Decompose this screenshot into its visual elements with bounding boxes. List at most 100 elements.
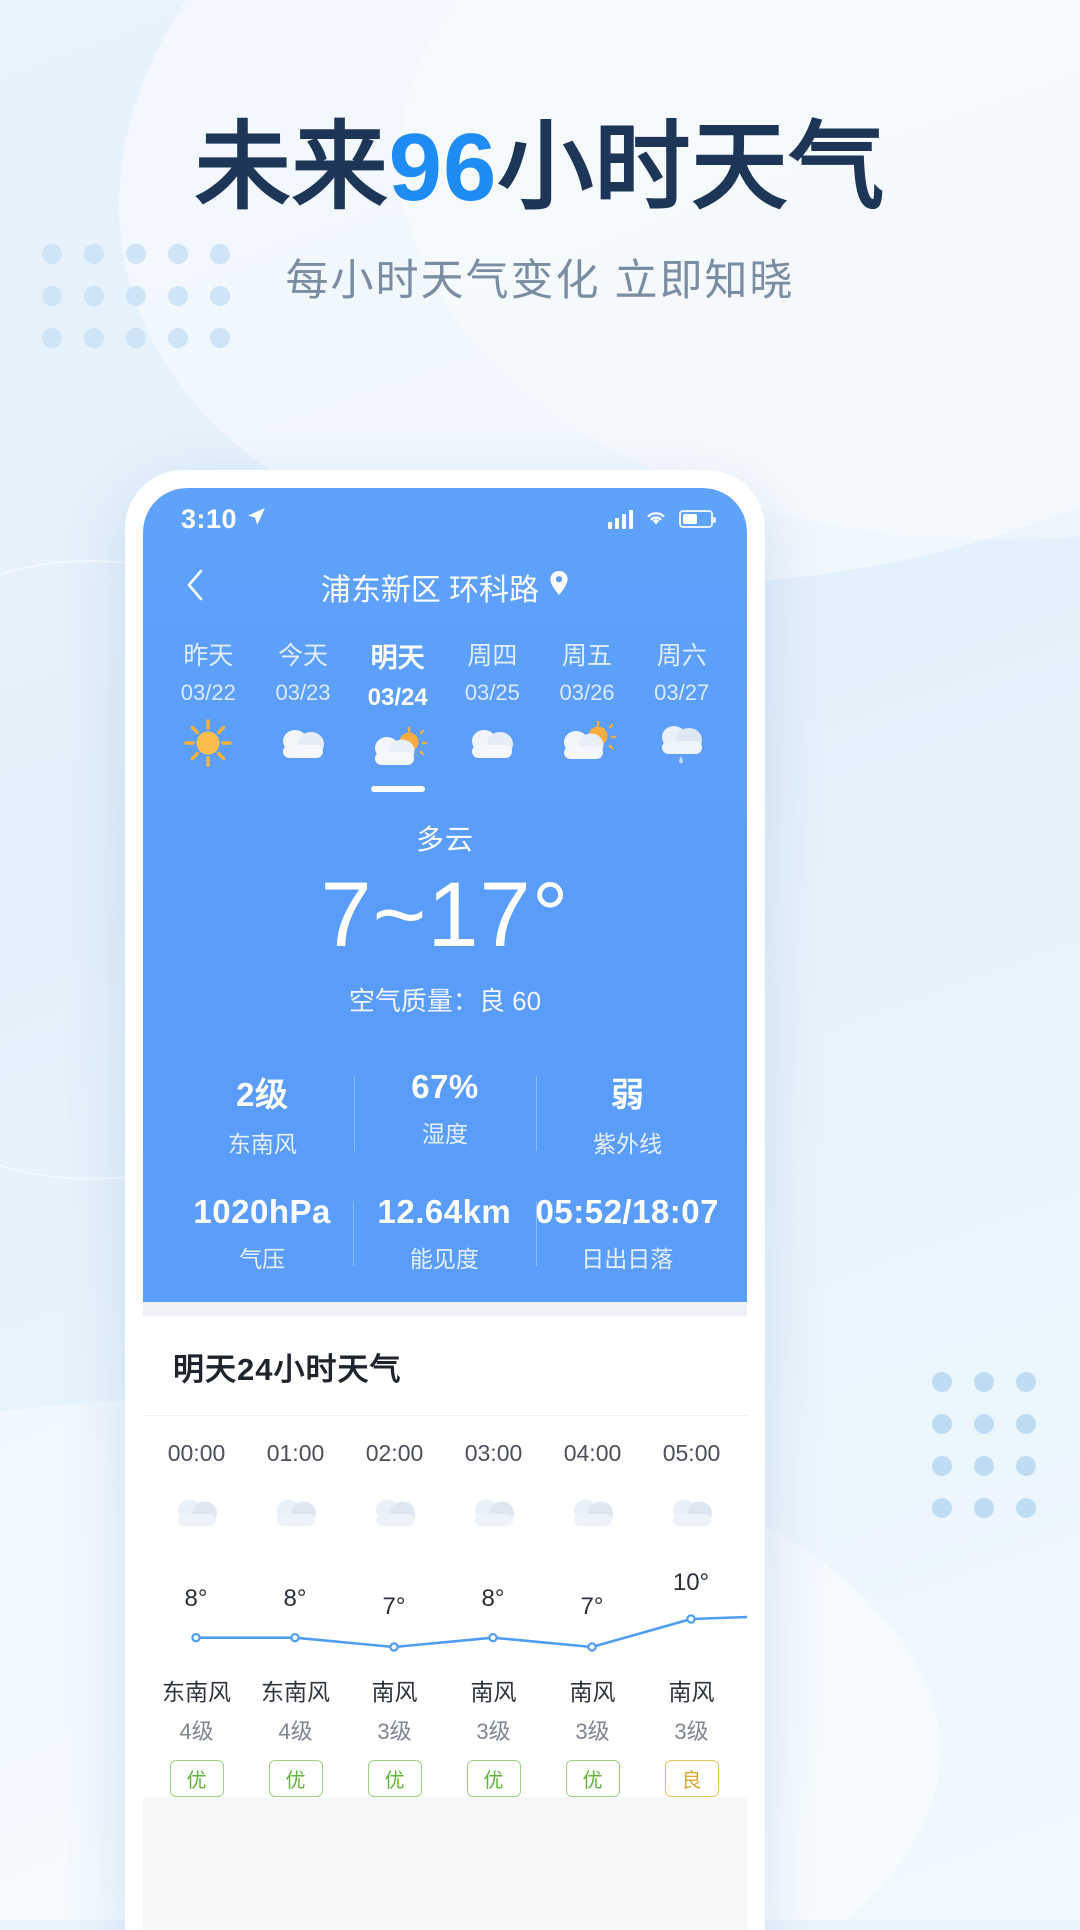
- weather-summary-panel: 3:10 浦东新区 环科路 昨天 03/22 今天 03/23 明天 03/24…: [143, 488, 747, 1302]
- hourly-wind-direction: 东南风: [162, 1678, 231, 1705]
- headline-accent-number: 96: [388, 114, 498, 221]
- day-tab-bar[interactable]: 昨天 03/22 今天 03/23 明天 03/24 周四 03/25 周五 0…: [143, 624, 747, 794]
- hourly-wind-direction: 南风: [371, 1678, 418, 1705]
- hourly-time: 05:00: [662, 1439, 721, 1466]
- day-tab-date: 03/24: [367, 683, 428, 711]
- day-tab-name: 昨天: [183, 642, 234, 670]
- hourly-wind-level: 3级: [377, 1718, 412, 1744]
- day-tab-0[interactable]: 昨天 03/22: [161, 638, 256, 794]
- promo-headline: 未来96小时天气: [0, 116, 1080, 220]
- hourly-aqi-badge: 优: [466, 1759, 521, 1797]
- current-conditions: 多云 7~17° 空气质量：良 60: [143, 794, 747, 1028]
- cloudy-icon: [256, 716, 351, 770]
- metric-value: 05:52/18:07: [535, 1192, 720, 1230]
- hourly-forecast-section: 明天24小时天气 00:00 01:00 02:00 03:00 04:00 0…: [143, 1315, 747, 1797]
- hourly-time: 02:00: [365, 1439, 424, 1466]
- hourly-detail-2[interactable]: 南风 3级 优: [345, 1667, 444, 1797]
- page-title-text: 浦东新区 环科路: [320, 574, 540, 607]
- status-time: 3:10: [181, 503, 238, 534]
- hourly-detail-0[interactable]: 东南风 4级 优: [147, 1667, 246, 1797]
- hourly-forecast-list[interactable]: 00:00 01:00 02:00 03:00 04:00 05:00: [143, 1416, 747, 1543]
- cloudy-icon: [444, 1481, 543, 1543]
- metric-label: 日出日落: [581, 1245, 674, 1272]
- cloudy-icon: [246, 1481, 345, 1543]
- day-tab-date: 03/26: [559, 679, 615, 705]
- day-tab-name: 周四: [467, 642, 518, 670]
- partly-cloudy-icon: [540, 716, 635, 770]
- day-tab-date: 03/22: [180, 679, 236, 705]
- hourly-wind-level: 3级: [476, 1718, 511, 1744]
- chevron-left-icon: [185, 568, 205, 607]
- dot-grid-right: [932, 1372, 1036, 1518]
- hourly-temp-label: 10°: [672, 1568, 710, 1596]
- day-tab-name: 周六: [656, 642, 707, 670]
- day-tab-name: 明天: [370, 643, 425, 673]
- partly-cloudy-icon: [350, 722, 445, 776]
- hourly-time: 04:00: [563, 1439, 622, 1466]
- day-tab-name: 今天: [278, 642, 329, 670]
- metric-value: 12.64km: [377, 1192, 512, 1230]
- hourly-aqi-badge: 优: [268, 1759, 323, 1797]
- hourly-item-3[interactable]: 03:00: [444, 1416, 543, 1543]
- hourly-wind-level: 3级: [575, 1718, 610, 1744]
- day-tab-name: 周五: [562, 642, 613, 670]
- hourly-detail-3[interactable]: 南风 3级 优: [444, 1667, 543, 1797]
- cellular-signal-icon: [608, 509, 633, 529]
- metric-label: 湿度: [422, 1120, 468, 1147]
- metric-label: 能见度: [409, 1245, 479, 1272]
- app-header: 浦东新区 环科路: [143, 550, 747, 624]
- hourly-temp-label: 8°: [283, 1584, 307, 1612]
- hourly-detail-1[interactable]: 东南风 4级 优: [246, 1667, 345, 1797]
- promo-subheadline: 每小时天气变化 立即知晓: [285, 256, 795, 305]
- hourly-wind-level: 4级: [179, 1718, 214, 1744]
- hourly-aqi-badge: 优: [169, 1759, 224, 1797]
- phone-screen: 3:10 浦东新区 环科路 昨天 03/22 今天 03/23 明天 03/24…: [143, 488, 747, 1930]
- metric-sunrise-sunset: 05:52/18:07 日出日落: [535, 1192, 720, 1274]
- cloudy-icon: [147, 1481, 246, 1543]
- hourly-temp-label: 7°: [382, 1592, 406, 1620]
- metric-humidity: 67% 湿度: [353, 1068, 537, 1159]
- metrics-row-1: 2级 东南风 67% 湿度 弱 紫外线: [171, 1068, 719, 1159]
- section-divider: [143, 1301, 747, 1316]
- hourly-item-2[interactable]: 02:00: [345, 1416, 444, 1543]
- hourly-wind-direction: 南风: [470, 1678, 517, 1705]
- battery-icon: [679, 510, 716, 528]
- hourly-time: 03:00: [464, 1439, 523, 1466]
- day-tab-date: 03/27: [654, 679, 710, 705]
- hourly-temp-label: 7°: [580, 1592, 604, 1620]
- metric-visibility: 12.64km 能见度: [353, 1193, 535, 1274]
- hourly-item-1[interactable]: 01:00: [246, 1416, 345, 1543]
- metric-label: 紫外线: [593, 1130, 663, 1157]
- status-bar-left: 3:10: [181, 504, 267, 535]
- current-temperature-range: 7~17°: [320, 863, 570, 966]
- hourly-item-4[interactable]: 04:00: [543, 1416, 642, 1543]
- hourly-wind-level: 4级: [278, 1718, 313, 1744]
- metric-label: 气压: [239, 1245, 286, 1272]
- hourly-wind-direction: 南风: [668, 1678, 715, 1705]
- day-tab-2[interactable]: 明天 03/24: [350, 638, 445, 794]
- location-pin-icon: [549, 570, 569, 604]
- hourly-detail-list[interactable]: 东南风 4级 优 东南风 4级 优 南风 3级 优 南风 3级 优 南风 3级 …: [143, 1667, 747, 1797]
- hourly-detail-5[interactable]: 南风 3级 良: [642, 1667, 741, 1797]
- back-button[interactable]: [173, 565, 217, 609]
- metric-label: 东南风: [227, 1130, 297, 1157]
- day-tab-5[interactable]: 周六 03/27: [634, 638, 729, 794]
- temperature-line: [191, 1613, 747, 1652]
- hourly-detail-4[interactable]: 南风 3级 优: [543, 1667, 642, 1797]
- metric-uv: 弱 紫外线: [536, 1068, 719, 1159]
- day-tab-1[interactable]: 今天 03/23: [256, 638, 351, 794]
- phone-mockup: 3:10 浦东新区 环科路 昨天 03/22 今天 03/23 明天 03/24…: [125, 470, 765, 1930]
- hourly-aqi-badge: 优: [367, 1759, 422, 1797]
- hourly-temperature-chart: 8° 8° 7° 8° 7° 10°: [143, 1549, 747, 1667]
- hourly-section-title: 明天24小时天气: [143, 1316, 747, 1416]
- hourly-aqi-badge: 良: [664, 1759, 719, 1797]
- hourly-item-5[interactable]: 05:00: [642, 1416, 741, 1543]
- promo-text-block: 未来96小时天气 每小时天气变化 立即知晓: [0, 116, 1080, 308]
- hourly-temp-label: 8°: [481, 1584, 505, 1612]
- hourly-item-0[interactable]: 00:00: [147, 1416, 246, 1543]
- metric-value: 1020hPa: [193, 1192, 331, 1230]
- cloudy-icon: [642, 1481, 741, 1543]
- day-tab-4[interactable]: 周五 03/26: [540, 638, 635, 794]
- metric-value: 弱: [610, 1075, 645, 1113]
- day-tab-3[interactable]: 周四 03/25: [445, 638, 540, 794]
